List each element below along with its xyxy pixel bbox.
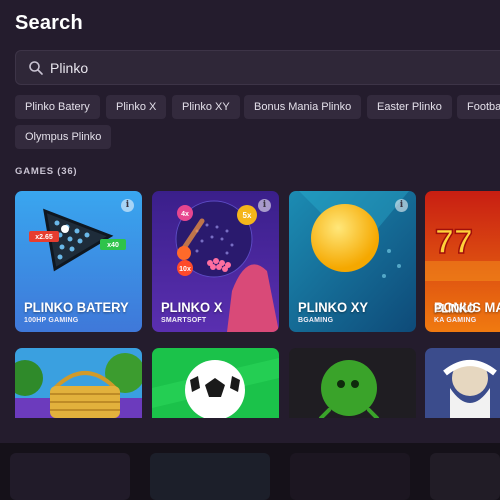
olympus-game-art xyxy=(425,348,500,418)
game-card-row2-3[interactable]: i xyxy=(289,348,416,418)
chip-plinko-batery[interactable]: Plinko Batery xyxy=(15,95,100,119)
game-provider: SMARTSOFT xyxy=(161,317,207,324)
search-icon xyxy=(29,61,43,75)
info-icon[interactable]: i xyxy=(121,199,134,212)
chip-football[interactable]: Footba xyxy=(457,95,500,119)
chip-olympus-plinko[interactable]: Olympus Plinko xyxy=(15,125,112,149)
search-box[interactable] xyxy=(15,50,500,85)
badge-10x: 10x xyxy=(179,266,191,273)
game-provider: 100HP GAMING xyxy=(24,317,79,324)
basket-game-art xyxy=(15,348,142,418)
chip-easter-plinko[interactable]: Easter Plinko xyxy=(367,95,452,119)
game-provider: KA GAMING xyxy=(434,317,477,324)
svg-text:77: 77 xyxy=(435,223,473,261)
chip-plinko-x[interactable]: Plinko X xyxy=(106,95,167,119)
info-icon[interactable]: i xyxy=(395,199,408,212)
game-name: PLINKO BATERY xyxy=(24,299,129,316)
game-card-row2-1[interactable] xyxy=(15,348,142,418)
game-card-bonus-mania-plinko[interactable]: 77 BONUS MA KA GAMING PLINKO xyxy=(425,191,500,332)
game-card-row2-2[interactable] xyxy=(152,348,279,418)
page-title: Search xyxy=(15,12,83,34)
chip-bonus-mania-plinko[interactable]: Bonus Mania Plinko xyxy=(244,95,362,119)
search-panel: Search Plinko Batery Plinko X Plinko XY … xyxy=(0,0,500,443)
games-count-label: GAMES (36) xyxy=(15,166,78,177)
badge-4x: 4x xyxy=(181,211,189,218)
game-subname: PLINKO xyxy=(434,303,476,316)
game-name: PLINKO XY xyxy=(298,299,369,316)
game-card-plinko-x[interactable]: 4x 5x 10x i PLINKO X SMARTSOFT xyxy=(152,191,279,332)
game-name: PLINKO X xyxy=(161,299,223,316)
background-overlay xyxy=(0,443,500,500)
info-icon[interactable]: i xyxy=(258,199,271,212)
game-card-row2-4[interactable] xyxy=(425,348,500,418)
search-input[interactable] xyxy=(50,51,490,84)
badge-5x: 5x xyxy=(243,211,252,220)
game-card-plinko-xy[interactable]: i PLINKO XY BGAMING xyxy=(289,191,416,332)
green-ball-game-art xyxy=(289,348,416,418)
badge-x2-65: x2.65 xyxy=(35,234,53,241)
game-provider: BGAMING xyxy=(298,317,334,324)
game-card-plinko-batery[interactable]: x2.65 x40 i PLINKO BATERY 100HP GAMING xyxy=(15,191,142,332)
football-game-art xyxy=(152,348,279,418)
badge-x40: x40 xyxy=(107,242,119,249)
chip-plinko-xy[interactable]: Plinko XY xyxy=(172,95,240,119)
